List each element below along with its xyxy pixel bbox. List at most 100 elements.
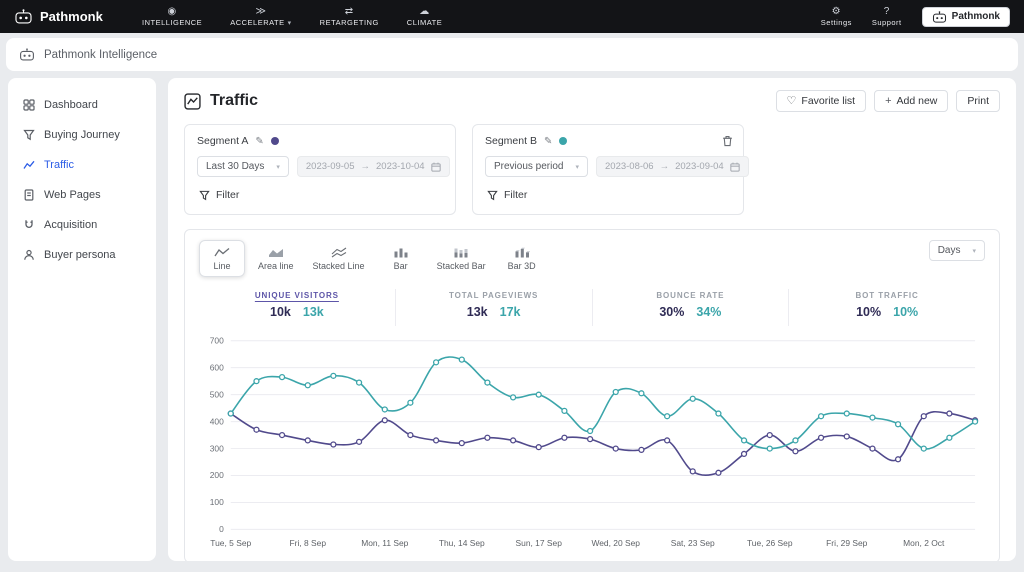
segment-a-card: Segment A ✎ Last 30 Days ▾ 2023-09-05 → … xyxy=(184,124,456,215)
segment-a-range-value: Last 30 Days xyxy=(206,161,265,172)
svg-text:300: 300 xyxy=(210,443,224,453)
settings-label: Settings xyxy=(820,18,852,27)
segment-b-header: Segment B ✎ xyxy=(485,135,731,147)
filter-label: Filter xyxy=(504,189,528,201)
metric-label: BOUNCE RATE xyxy=(656,291,725,300)
document-icon xyxy=(24,189,34,201)
svg-text:Fri, 8 Sep: Fri, 8 Sep xyxy=(290,538,327,548)
segment-a-controls: Last 30 Days ▾ 2023-09-05 → 2023-10-04 xyxy=(197,156,450,177)
segment-a-end-date: 2023-10-04 xyxy=(376,161,425,172)
primary-nav: ◉ INTELLIGENCE ≫ ACCELERATE ▾ ⇄ RETARGET… xyxy=(142,6,442,27)
page-title: Traffic xyxy=(184,92,258,110)
metric-segment-b-value: 13k xyxy=(302,305,324,319)
segment-a-daterange[interactable]: 2023-09-05 → 2023-10-04 xyxy=(296,156,450,177)
page-title-text: Traffic xyxy=(210,92,259,109)
metric-segment-a-value: 30% xyxy=(659,305,685,319)
sidebar-item-acquisition[interactable]: Acquisition xyxy=(8,210,156,240)
nav-accelerate[interactable]: ≫ ACCELERATE ▾ xyxy=(230,6,291,27)
granularity-select[interactable]: Days ▾ xyxy=(928,240,985,261)
svg-text:0: 0 xyxy=(219,524,224,534)
segment-b-daterange[interactable]: 2023-08-06 → 2023-09-04 xyxy=(596,156,749,177)
nav-intelligence-label: INTELLIGENCE xyxy=(142,18,203,27)
edit-icon[interactable]: ✎ xyxy=(544,136,552,147)
segment-a-range-select[interactable]: Last 30 Days ▾ xyxy=(197,156,289,177)
tab-stacked-bar[interactable]: Stacked Bar xyxy=(431,240,492,277)
tab-label: Area line xyxy=(258,261,294,271)
add-new-button[interactable]: + Add new xyxy=(874,90,949,112)
metric-bounce-rate[interactable]: BOUNCE RATE 30% 34% xyxy=(591,289,789,326)
trash-icon xyxy=(723,135,732,147)
segment-a-color-dot xyxy=(270,137,279,145)
arrow-right-icon: → xyxy=(360,161,371,172)
stacked-bar-chart-icon xyxy=(454,248,468,258)
question-icon: ? xyxy=(883,6,890,17)
tab-stacked-line[interactable]: Stacked Line xyxy=(307,240,371,277)
sidebar-item-label: Dashboard xyxy=(44,99,98,111)
metric-total-pageviews[interactable]: TOTAL PAGEVIEWS 13k 17k xyxy=(394,289,592,326)
metric-label: UNIQUE VISITORS xyxy=(254,291,339,300)
top-navbar: Pathmonk ◉ INTELLIGENCE ≫ ACCELERATE ▾ ⇄… xyxy=(0,0,1024,33)
line-chart-icon xyxy=(23,160,35,169)
nav-retargeting-label: RETARGETING xyxy=(319,18,379,27)
sidebar-item-buyer-persona[interactable]: Buyer persona xyxy=(8,240,156,270)
settings-button[interactable]: ⚙ Settings xyxy=(821,6,852,27)
line-chart-icon xyxy=(214,248,230,257)
chart-type-tabs: Line Area line Stacked Line Bar Stacked … xyxy=(199,240,985,277)
nav-climate[interactable]: ☁ CLIMATE xyxy=(407,6,442,27)
filter-icon xyxy=(199,190,210,200)
segment-a-filter-button[interactable]: Filter xyxy=(197,187,241,203)
segment-b-card: Segment B ✎ Previous period ▾ 2023-08-06… xyxy=(472,124,749,215)
magnet-icon xyxy=(25,220,33,228)
edit-icon[interactable]: ✎ xyxy=(255,136,263,147)
favorite-list-label: Favorite list xyxy=(801,95,856,107)
segment-b-range-select[interactable]: Previous period ▾ xyxy=(485,156,588,177)
delete-segment-button[interactable] xyxy=(722,134,733,152)
filter-icon xyxy=(487,190,498,200)
calendar-icon xyxy=(430,162,441,172)
page-header: Traffic ♡ Favorite list + Add new Print xyxy=(184,90,1000,112)
calendar-icon xyxy=(730,162,740,172)
tab-area-line[interactable]: Area line xyxy=(252,240,300,277)
svg-text:200: 200 xyxy=(210,470,224,480)
sidebar-item-web-pages[interactable]: Web Pages xyxy=(8,180,156,210)
sidebar-item-label: Traffic xyxy=(44,159,74,171)
account-chip[interactable]: Pathmonk xyxy=(921,6,1010,27)
person-icon xyxy=(24,249,34,260)
support-button[interactable]: ? Support xyxy=(872,6,902,27)
granularity-wrap: Days ▾ xyxy=(928,240,985,261)
tab-bar[interactable]: Bar xyxy=(378,240,424,277)
svg-text:400: 400 xyxy=(210,416,224,426)
heart-icon: ♡ xyxy=(786,95,797,107)
segment-b-filter-button[interactable]: Filter xyxy=(485,187,529,203)
brand-logo[interactable]: Pathmonk xyxy=(14,9,142,24)
nav-intelligence[interactable]: ◉ INTELLIGENCE xyxy=(142,6,202,27)
tab-bar-3d[interactable]: Bar 3D xyxy=(499,240,545,277)
tab-label: Stacked Bar xyxy=(436,261,486,271)
metric-segment-b-value: 34% xyxy=(696,305,722,319)
metric-label: BOT TRAFFIC xyxy=(855,291,919,300)
tab-line[interactable]: Line xyxy=(199,240,245,277)
print-label: Print xyxy=(967,95,989,107)
app-title: Pathmonk Intelligence xyxy=(44,48,158,61)
sidebar-item-buying-journey[interactable]: Buying Journey xyxy=(8,120,156,150)
metric-bot-traffic[interactable]: BOT TRAFFIC 10% 10% xyxy=(788,289,985,326)
segment-b-color-dot xyxy=(559,137,568,145)
app-breadcrumb-bar: Pathmonk Intelligence xyxy=(6,38,1018,71)
bar-3d-chart-icon xyxy=(515,247,530,258)
sidebar-item-traffic[interactable]: Traffic xyxy=(8,150,156,180)
svg-text:Mon, 11 Sep: Mon, 11 Sep xyxy=(361,538,408,548)
sidebar-item-dashboard[interactable]: Dashboard xyxy=(8,90,156,120)
metric-segment-a-value: 10k xyxy=(270,305,291,319)
brand-name: Pathmonk xyxy=(40,9,103,24)
svg-text:Thu, 14 Sep: Thu, 14 Sep xyxy=(439,538,485,548)
chevron-down-icon: ▾ xyxy=(972,247,976,255)
metric-unique-visitors[interactable]: UNIQUE VISITORS 10k 13k xyxy=(199,289,395,326)
favorite-list-button[interactable]: ♡ Favorite list xyxy=(775,90,867,112)
segment-b-end-date: 2023-09-04 xyxy=(675,161,724,172)
nav-retargeting[interactable]: ⇄ RETARGETING xyxy=(320,6,379,27)
tab-label: Bar 3D xyxy=(507,261,536,271)
print-button[interactable]: Print xyxy=(956,90,1000,112)
chevron-down-icon: ▾ xyxy=(287,19,292,27)
metric-segment-a-value: 10% xyxy=(856,305,882,319)
segments-row: Segment A ✎ Last 30 Days ▾ 2023-09-05 → … xyxy=(184,124,1000,215)
